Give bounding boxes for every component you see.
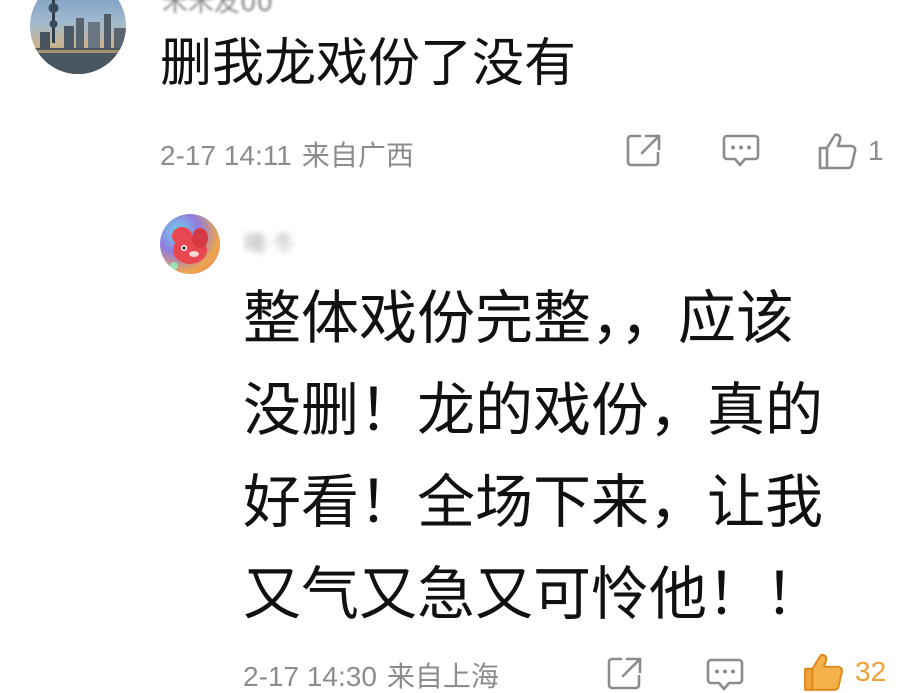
like-button[interactable]: 32	[803, 652, 886, 692]
city-skyline-avatar-icon	[30, 0, 126, 74]
share-button[interactable]	[607, 656, 643, 690]
comment-icon	[706, 658, 744, 691]
like-count: 32	[855, 656, 887, 687]
timestamp: 2-17 14:30	[243, 661, 377, 692]
timestamp: 2-17 14:11	[160, 140, 292, 171]
reply-text: 整体戏份完整，，应该 没删！龙的戏份，真的 好看！全场下来，让我 又气又急又可怜…	[243, 272, 883, 640]
thumbs-up-icon	[818, 133, 857, 170]
username[interactable]: 禾禾友00	[162, 0, 273, 19]
reply-meta: 2-17 14:30 来自上海	[243, 655, 499, 693]
cartoon-dog-avatar-icon	[170, 227, 208, 270]
location: 来自上海	[386, 661, 499, 692]
reply-text-line: 好看！全场下来，让我	[243, 468, 824, 536]
comment-button[interactable]	[722, 133, 760, 169]
share-button[interactable]	[626, 133, 662, 167]
location: 来自广西	[301, 140, 414, 171]
share-icon	[626, 134, 661, 167]
comment-meta: 2-17 14:11 来自广西	[160, 134, 414, 174]
username[interactable]: 曦·冬	[244, 226, 295, 258]
comment-text: 删我龙戏份了没有	[160, 34, 577, 94]
user-avatar[interactable]	[30, 0, 126, 74]
thumbs-up-icon	[804, 653, 844, 691]
reply-text-line: 又气又急又可怜他！！	[243, 560, 824, 628]
share-icon	[607, 657, 642, 690]
reply-text-line: 整体戏份完整，，应该	[243, 284, 795, 352]
comment-button[interactable]	[706, 657, 744, 693]
reply-text-line: 没删！龙的戏份，真的	[243, 376, 824, 444]
user-avatar[interactable]	[160, 214, 220, 274]
comment-thread: 禾禾友00 删我龙戏份了没有 2-17 14:11 来自广西 1 曦·冬 整体戏…	[0, 0, 922, 693]
comment-icon	[722, 134, 760, 167]
like-count: 1	[868, 135, 884, 166]
like-button[interactable]: 1	[818, 132, 884, 170]
